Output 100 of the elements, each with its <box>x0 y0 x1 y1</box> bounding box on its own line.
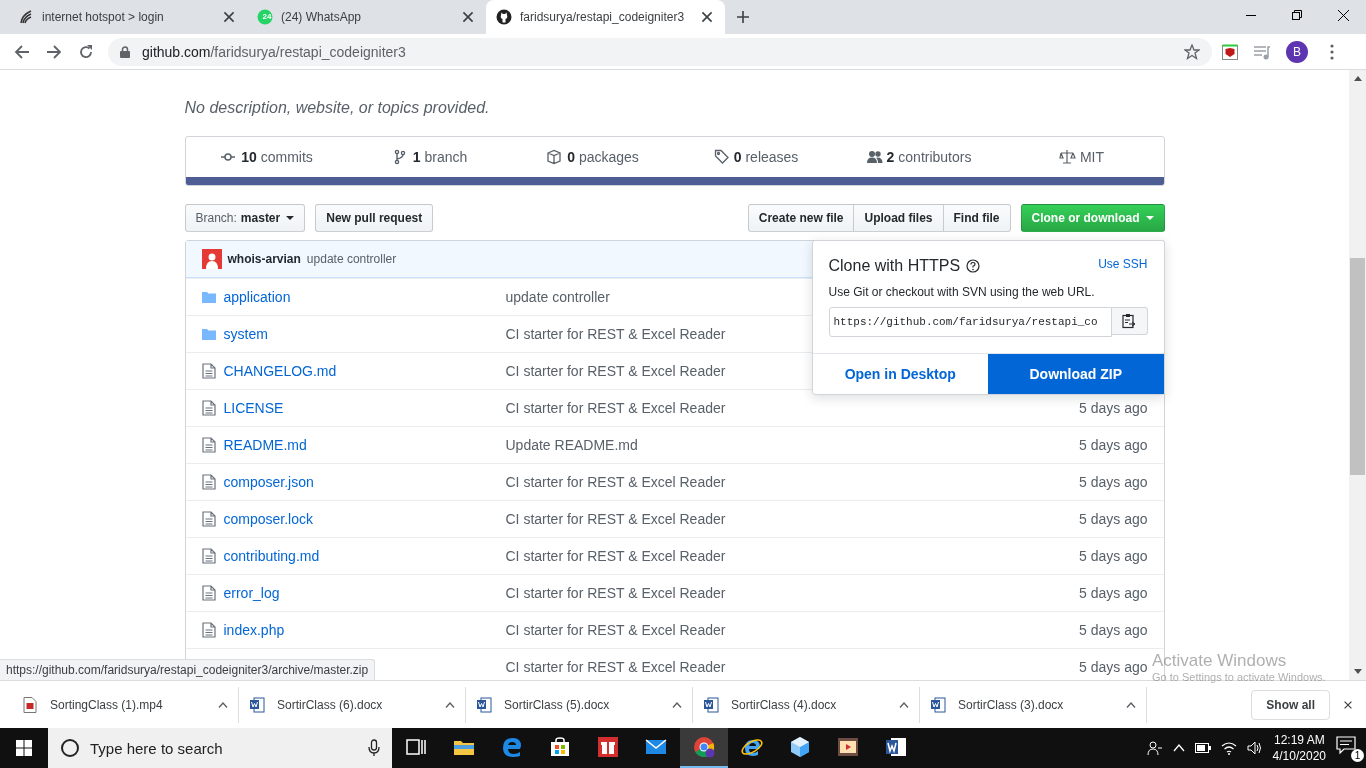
file-link[interactable]: LICENSE <box>223 400 506 416</box>
chevron-up-icon[interactable] <box>672 701 682 708</box>
download-zip-button[interactable]: Download ZIP <box>988 354 1164 394</box>
commit-age: 5 days ago <box>1079 474 1148 490</box>
file-link[interactable]: application <box>223 289 506 305</box>
file-link[interactable]: system <box>223 326 506 342</box>
commit-message-link[interactable]: CI starter for REST & Excel Reader <box>505 474 726 490</box>
branch-selector[interactable]: Branch: master <box>184 204 306 232</box>
speaker-icon[interactable] <box>1246 741 1263 755</box>
commit-message-link[interactable]: Update README.md <box>505 437 638 453</box>
download-item[interactable]: SortirClass (5).docx <box>466 686 693 723</box>
file-icon <box>201 511 216 527</box>
commit-message[interactable]: update controller <box>306 252 397 266</box>
file-icon <box>201 622 216 638</box>
lock-icon <box>120 45 130 58</box>
word-document-icon <box>476 696 492 713</box>
file-action-button[interactable]: Upload files <box>853 204 944 232</box>
browser-tab[interactable]: internet hotspot > login <box>8 0 247 34</box>
branch-icon <box>394 149 405 165</box>
commit-message-link[interactable]: CI starter for REST & Excel Reader <box>505 326 726 342</box>
edge-e-icon <box>500 735 524 759</box>
commit-author[interactable]: whois-arvian <box>227 252 301 266</box>
stat-link[interactable]: 0 packages <box>511 149 675 165</box>
copy-button[interactable] <box>1111 307 1148 335</box>
wifi-icon[interactable] <box>1220 741 1237 755</box>
open-in-desktop-button[interactable]: Open in Desktop <box>812 354 988 394</box>
scroll-up-icon[interactable] <box>1353 76 1362 81</box>
scroll-down-icon[interactable] <box>1353 669 1362 674</box>
file-action-button[interactable]: Find file <box>942 204 1011 232</box>
shield-extension-icon[interactable] <box>1222 43 1238 60</box>
file-icon <box>201 437 216 453</box>
show-all-button[interactable]: Show all <box>1251 689 1330 720</box>
file-link[interactable]: error_log <box>223 585 506 601</box>
file-link[interactable]: CHANGELOG.md <box>223 363 506 379</box>
close-icon[interactable] <box>460 9 476 25</box>
back-arrow-icon[interactable] <box>14 43 30 60</box>
taskbar-clock[interactable]: 12:19 AM 4/10/2020 <box>1272 732 1326 764</box>
help-icon[interactable] <box>966 259 981 273</box>
download-item[interactable]: SortingClass (1).mp4 <box>12 686 239 723</box>
file-link[interactable]: README.md <box>223 437 506 453</box>
file-icon <box>201 474 216 490</box>
browser-tab[interactable]: 24 (24) WhatsApp <box>247 0 486 34</box>
close-icon[interactable] <box>221 9 237 25</box>
scrollbar[interactable] <box>1349 70 1366 680</box>
stat-link[interactable]: 1 branch <box>348 149 512 165</box>
stat-link[interactable]: 10 commits <box>185 149 349 165</box>
chevron-up-icon[interactable] <box>445 701 455 708</box>
star-icon[interactable] <box>1184 43 1200 60</box>
file-icon <box>201 363 216 379</box>
commit-message-link[interactable]: CI starter for REST & Excel Reader <box>505 363 726 379</box>
forward-arrow-icon[interactable] <box>46 43 62 60</box>
clipboard-icon <box>1122 313 1136 329</box>
commit-message-link[interactable]: CI starter for REST & Excel Reader <box>505 548 726 564</box>
word-app-icon <box>884 735 908 759</box>
browser-tab[interactable]: faridsurya/restapi_codeigniter3 <box>486 0 725 34</box>
people-icon[interactable] <box>1146 740 1163 756</box>
commit-message-link[interactable]: CI starter for REST & Excel Reader <box>505 511 726 527</box>
close-window-icon[interactable] <box>1337 9 1349 21</box>
file-link[interactable]: index.php <box>223 622 506 638</box>
address-bar[interactable]: github.com/faridsurya/restapi_codeigniter3 <box>108 37 1212 66</box>
commit-age: 5 days ago <box>1079 511 1148 527</box>
minimize-icon[interactable] <box>1246 14 1256 16</box>
download-item[interactable]: SortirClass (3).docx <box>920 686 1147 723</box>
stat-link[interactable]: MIT <box>1000 149 1164 165</box>
file-action-button[interactable]: Create new file <box>747 204 855 232</box>
media-queue-icon[interactable] <box>1253 43 1271 60</box>
clone-url-field[interactable]: https://github.com/faridsurya/restapi_co <box>828 307 1112 337</box>
activation-hint: Go to Settings to activate Windows. <box>1152 671 1326 684</box>
battery-icon[interactable] <box>1194 743 1211 753</box>
film-player-icon <box>836 735 860 759</box>
file-link[interactable]: contributing.md <box>223 548 506 564</box>
new-tab-plus-icon[interactable] <box>736 10 750 24</box>
commit-message-link[interactable]: CI starter for REST & Excel Reader <box>505 400 726 416</box>
use-ssh-link[interactable]: Use SSH <box>1098 257 1148 271</box>
gift-icon <box>596 735 620 759</box>
restore-icon[interactable] <box>1292 10 1302 20</box>
commit-message-link[interactable]: update controller <box>505 289 610 305</box>
chevron-up-icon[interactable] <box>899 701 909 708</box>
close-icon[interactable] <box>699 9 715 25</box>
microphone-icon[interactable] <box>368 739 380 757</box>
windows-start-icon[interactable] <box>16 740 32 756</box>
file-link[interactable]: composer.json <box>223 474 506 490</box>
commit-message-link[interactable]: CI starter for REST & Excel Reader <box>505 659 726 675</box>
commit-message-link[interactable]: CI starter for REST & Excel Reader <box>505 622 726 638</box>
commit-message-link[interactable]: CI starter for REST & Excel Reader <box>505 585 726 601</box>
stat-link[interactable]: 2 contributors <box>837 149 1001 165</box>
file-link[interactable]: composer.lock <box>223 511 506 527</box>
taskbar-search-field[interactable]: Type here to search <box>48 728 392 768</box>
chevron-up-icon[interactable] <box>218 701 228 708</box>
reload-icon[interactable] <box>78 43 94 60</box>
commit-age: 5 days ago <box>1079 622 1148 638</box>
stat-link[interactable]: 0 releases <box>674 149 838 165</box>
chevron-up-icon[interactable] <box>1126 701 1136 708</box>
profile-avatar[interactable]: B <box>1286 40 1308 63</box>
download-item[interactable]: SortirClass (6).docx <box>239 686 466 723</box>
menu-dots-icon[interactable] <box>1330 43 1334 60</box>
download-item[interactable]: SortirClass (4).docx <box>693 686 920 723</box>
new-pull-request-button[interactable]: New pull request <box>315 204 434 232</box>
taskbar-app[interactable] <box>680 728 728 768</box>
word-document-icon <box>249 696 265 713</box>
